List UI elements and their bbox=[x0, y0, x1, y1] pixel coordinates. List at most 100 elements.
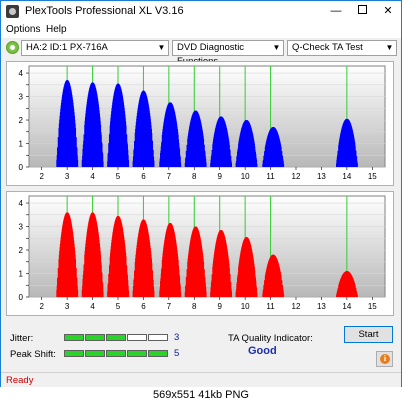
top-chart-peak-bar bbox=[282, 163, 285, 167]
results-panel: Jitter: 3 Peak Shift: 5 TA Quality Indic… bbox=[6, 321, 394, 371]
peak-shift-meter-segment bbox=[85, 350, 105, 357]
top-chart-x-tick-label: 15 bbox=[368, 172, 377, 181]
bottom-chart-plot-area bbox=[28, 195, 386, 298]
bottom-chart-x-tick-label: 7 bbox=[167, 302, 172, 311]
top-chart-x-tick-label: 12 bbox=[292, 172, 301, 181]
top-chart-peak-bar bbox=[127, 160, 130, 167]
jitter-meter-segment bbox=[148, 334, 168, 341]
bottom-chart-x-tick-label: 12 bbox=[292, 302, 301, 311]
jitter-meter bbox=[64, 334, 168, 342]
chevron-down-icon: ▼ bbox=[272, 43, 281, 52]
top-chart-x-tick-label: 7 bbox=[167, 172, 172, 181]
peak-shift-meter-segment bbox=[148, 350, 168, 357]
info-button[interactable]: i bbox=[376, 351, 393, 367]
top-chart-peak-bar bbox=[102, 161, 104, 167]
test-select[interactable]: Q-Check TA Test ▼ bbox=[287, 40, 397, 56]
bottom-chart-y-tick-label: 4 bbox=[19, 199, 24, 208]
disc-drive-icon bbox=[6, 41, 19, 54]
bottom-chart-frame: 0 1 2 3 4 2 3 4 5 6 7 8 9 10 11 12 13 14 15 bbox=[6, 191, 394, 316]
top-chart-x-tick-label: 4 bbox=[90, 172, 95, 181]
chevron-down-icon: ▼ bbox=[157, 43, 166, 52]
jitter-meter-segment bbox=[106, 334, 126, 341]
minimize-button[interactable]: — bbox=[323, 1, 349, 22]
peak-shift-meter bbox=[64, 350, 168, 358]
top-chart-x-tick-label: 6 bbox=[141, 172, 146, 181]
chevron-down-icon: ▼ bbox=[385, 43, 394, 52]
bottom-chart-y-tick-label: 3 bbox=[19, 223, 24, 232]
test-select-value: Q-Check TA Test bbox=[292, 42, 363, 53]
top-chart-peak-bar bbox=[205, 162, 207, 167]
peak-shift-meter-segment bbox=[64, 350, 84, 357]
top-chart-plot-area bbox=[28, 65, 386, 168]
bottom-chart-peak-bar bbox=[256, 292, 258, 297]
top-chart-y-tick-label: 4 bbox=[19, 69, 24, 78]
bottom-chart-peak-bar bbox=[127, 290, 130, 297]
bottom-chart-peak-bar bbox=[153, 290, 155, 297]
bottom-chart-peak-bar bbox=[102, 291, 104, 297]
ta-quality-value: Good bbox=[248, 345, 277, 357]
start-button[interactable]: Start bbox=[344, 326, 393, 343]
bottom-chart-peak-bar bbox=[230, 291, 233, 297]
top-chart-peak-bar bbox=[179, 162, 182, 167]
bottom-chart-x-tick-label: 11 bbox=[266, 302, 275, 311]
drive-select-value: HA:2 ID:1 PX-716A bbox=[26, 42, 108, 53]
jitter-meter-segment bbox=[64, 334, 84, 341]
peak-shift-value: 5 bbox=[174, 348, 180, 359]
top-chart-frame: 0 1 2 3 4 2 3 4 5 6 7 8 9 10 11 12 13 14 15 bbox=[6, 61, 394, 186]
bottom-chart-peak-bar bbox=[205, 291, 207, 297]
close-button[interactable]: ✕ bbox=[375, 1, 401, 22]
top-chart-x-tick-label: 10 bbox=[241, 172, 250, 181]
maximize-icon bbox=[357, 5, 367, 14]
function-select[interactable]: DVD Diagnostic Functions ▼ bbox=[172, 40, 284, 67]
top-chart-peak-bar bbox=[153, 160, 155, 167]
bottom-chart-peak-bar bbox=[179, 292, 182, 297]
top-chart-peak-bar bbox=[256, 163, 258, 167]
peak-shift-meter-segment bbox=[127, 350, 147, 357]
top-chart-y-tick-label: 0 bbox=[19, 163, 24, 172]
top-chart-peak-bar bbox=[76, 159, 79, 167]
menu-help[interactable]: Help bbox=[46, 24, 67, 35]
top-chart-x-tick-label: 8 bbox=[192, 172, 197, 181]
jitter-meter-segment bbox=[127, 334, 147, 341]
drive-select[interactable]: HA:2 ID:1 PX-716A ▼ bbox=[21, 40, 169, 56]
jitter-distribution-chart: 012342 3 4 5 6 7 8 9 10 11 12 13 14 15 bbox=[19, 65, 386, 181]
menu-options[interactable]: Options bbox=[6, 24, 40, 35]
bottom-chart-y-tick-label: 1 bbox=[19, 270, 24, 279]
jitter-label: Jitter: bbox=[10, 333, 34, 344]
peak-shift-meter-segment bbox=[106, 350, 126, 357]
info-icon: i bbox=[380, 354, 390, 364]
bottom-chart-x-tick-label: 14 bbox=[342, 302, 351, 311]
top-chart-y-tick-label: 2 bbox=[19, 116, 24, 125]
top-chart-x-tick-label: 3 bbox=[65, 172, 70, 181]
ta-quality-label: TA Quality Indicator: bbox=[228, 333, 313, 344]
top-chart-x-tick-label: 11 bbox=[266, 172, 275, 181]
toolbar: HA:2 ID:1 PX-716A ▼ DVD Diagnostic Funct… bbox=[1, 38, 401, 67]
status-text: Ready bbox=[6, 375, 34, 386]
jitter-meter-segment bbox=[85, 334, 105, 341]
window-title: PlexTools Professional XL V3.16 bbox=[25, 5, 184, 17]
bottom-chart-x-tick-label: 13 bbox=[317, 302, 326, 311]
peak-shift-distribution-chart: 012342 3 4 5 6 7 8 9 10 11 12 13 14 15 bbox=[19, 195, 386, 311]
bottom-chart-x-tick-label: 10 bbox=[241, 302, 250, 311]
bottom-chart-peak-bar bbox=[282, 293, 285, 297]
top-chart-x-tick-label: 2 bbox=[39, 172, 44, 181]
bottom-chart-x-tick-label: 2 bbox=[39, 302, 44, 311]
maximize-button[interactable] bbox=[349, 1, 375, 22]
top-chart-x-tick-label: 5 bbox=[116, 172, 121, 181]
top-chart-x-tick-label: 13 bbox=[317, 172, 326, 181]
top-chart-peak-bar bbox=[356, 162, 358, 167]
bottom-chart-x-tick-label: 6 bbox=[141, 302, 146, 311]
bottom-chart-y-tick-label: 2 bbox=[19, 246, 24, 255]
image-caption: 569x551 41kb PNG bbox=[0, 387, 402, 404]
bottom-chart-x-tick-label: 8 bbox=[192, 302, 197, 311]
menu-bar: Options Help bbox=[1, 22, 401, 38]
bottom-chart-x-tick-label: 4 bbox=[90, 302, 95, 311]
status-bar: Ready bbox=[1, 372, 401, 388]
top-chart-x-tick-label: 14 bbox=[342, 172, 351, 181]
app-window: PlexTools Professional XL V3.16 — ✕ Opti… bbox=[0, 0, 402, 404]
title-bar: PlexTools Professional XL V3.16 — ✕ bbox=[1, 1, 401, 22]
top-chart-y-tick-label: 3 bbox=[19, 93, 24, 102]
bottom-chart-x-tick-label: 9 bbox=[217, 302, 222, 311]
bottom-chart-peak-bar bbox=[76, 290, 79, 297]
peak-shift-label: Peak Shift: bbox=[10, 349, 56, 360]
